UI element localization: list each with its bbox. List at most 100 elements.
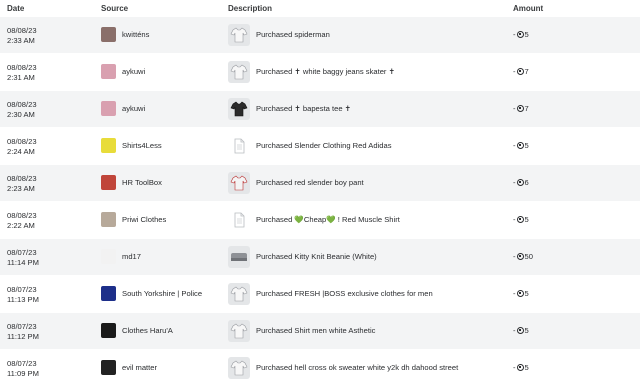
transaction-date: 08/08/23 (7, 26, 37, 35)
transaction-date: 08/08/23 (7, 63, 37, 72)
item-description[interactable]: Purchased 💚Cheap💚 ! Red Muscle Shirt (256, 215, 400, 224)
transaction-date: 08/07/23 (7, 285, 37, 294)
item-thumbnail[interactable] (228, 24, 250, 46)
amount-value: 6 (524, 178, 529, 187)
item-thumbnail[interactable] (228, 98, 250, 120)
transaction-amount: -5 (513, 326, 529, 335)
transaction-date: 08/07/23 (7, 322, 37, 331)
amount-value: 7 (524, 104, 529, 113)
item-thumbnail[interactable] (228, 172, 250, 194)
source-link[interactable]: aykuwi (122, 104, 145, 113)
source-avatar[interactable] (101, 101, 116, 116)
transaction-date: 08/08/23 (7, 174, 37, 183)
amount-value: 7 (524, 67, 529, 76)
transaction-time: 2:22 AM (7, 221, 35, 230)
column-header-source: Source (101, 4, 129, 13)
amount-sign: - (513, 141, 516, 150)
source-link[interactable]: md17 (122, 252, 141, 261)
source-link[interactable]: aykuwi (122, 67, 145, 76)
table-header: Date Source Description Amount (0, 0, 640, 17)
transaction-datetime: 08/07/23 11:14 PM (7, 248, 39, 268)
transaction-time: 2:33 AM (7, 36, 35, 45)
robux-icon (516, 105, 524, 112)
item-description[interactable]: Purchased Kitty Knit Beanie (White) (256, 252, 377, 261)
transaction-time: 11:09 PM (7, 369, 39, 378)
transaction-datetime: 08/07/23 11:12 PM (7, 322, 39, 342)
column-header-description: Description (228, 4, 273, 13)
table-row: 08/08/23 2:22 AM Priwi Clothes Purchased 💚C… (0, 202, 640, 239)
amount-sign: - (513, 178, 516, 187)
item-thumbnail[interactable] (228, 61, 250, 83)
amount-sign: - (513, 363, 516, 372)
transaction-datetime: 08/08/23 2:22 AM (7, 211, 37, 231)
item-thumbnail[interactable] (228, 283, 250, 305)
column-header-amount: Amount (513, 4, 544, 13)
source-link[interactable]: Clothes Haru'A (122, 326, 173, 335)
item-description[interactable]: Purchased ✝ bapesta tee ✝ (256, 104, 351, 113)
transaction-amount: -7 (513, 104, 529, 113)
item-description[interactable]: Purchased hell cross ok sweater white y2… (256, 363, 458, 372)
table-row: 08/08/23 2:33 AM kwitténs Purchased spiderm… (0, 17, 640, 54)
source-link[interactable]: evil matter (122, 363, 157, 372)
transaction-amount: -5 (513, 141, 529, 150)
transaction-date: 08/08/23 (7, 211, 37, 220)
amount-value: 5 (524, 289, 529, 298)
source-avatar[interactable] (101, 286, 116, 301)
transaction-time: 2:24 AM (7, 147, 35, 156)
item-description[interactable]: Purchased Shirt men white Asthetic (256, 326, 375, 335)
source-avatar[interactable] (101, 323, 116, 338)
source-avatar[interactable] (101, 360, 116, 375)
amount-sign: - (513, 30, 516, 39)
transaction-date: 08/07/23 (7, 248, 37, 257)
source-link[interactable]: South Yorkshire | Police (122, 289, 202, 298)
item-description[interactable]: Purchased red slender boy pant (256, 178, 364, 187)
item-thumbnail[interactable] (228, 135, 250, 157)
amount-sign: - (513, 289, 516, 298)
amount-value: 5 (524, 363, 529, 372)
table-row: 08/07/23 11:12 PM Clothes Haru'A Purchased … (0, 313, 640, 350)
table-row: 08/08/23 2:23 AM HR ToolBox Purchased red s… (0, 165, 640, 202)
item-description[interactable]: Purchased FRESH |BOSS exclusive clothes … (256, 289, 433, 298)
item-description[interactable]: Purchased Slender Clothing Red Adidas (256, 141, 392, 150)
table-row: 08/08/23 2:30 AM aykuwi Purchased ✝ bapesta… (0, 91, 640, 128)
transaction-time: 2:31 AM (7, 73, 35, 82)
robux-icon (516, 290, 524, 297)
source-link[interactable]: kwitténs (122, 30, 149, 39)
transaction-time: 11:12 PM (7, 332, 39, 341)
source-link[interactable]: HR ToolBox (122, 178, 162, 187)
table-row: 08/08/23 2:24 AM Shirts4Less Purchased Slen… (0, 128, 640, 165)
source-link[interactable]: Shirts4Less (122, 141, 162, 150)
source-avatar[interactable] (101, 175, 116, 190)
source-avatar[interactable] (101, 249, 116, 264)
transaction-datetime: 08/08/23 2:33 AM (7, 26, 37, 46)
item-thumbnail[interactable] (228, 246, 250, 268)
item-description[interactable]: Purchased spiderman (256, 30, 330, 39)
transaction-date: 08/07/23 (7, 359, 37, 368)
table-row: 08/07/23 11:13 PM South Yorkshire | Police… (0, 276, 640, 313)
amount-value: 5 (524, 326, 529, 335)
robux-icon (516, 327, 524, 334)
transaction-datetime: 08/08/23 2:31 AM (7, 63, 37, 83)
source-avatar[interactable] (101, 212, 116, 227)
table-row: 08/07/23 11:14 PM md17 Purchased Kitty Knit… (0, 239, 640, 276)
source-link[interactable]: Priwi Clothes (122, 215, 166, 224)
item-thumbnail[interactable] (228, 320, 250, 342)
transactions-table: 08/08/23 2:33 AM kwitténs Purchased spiderm… (0, 17, 640, 387)
amount-sign: - (513, 104, 516, 113)
source-avatar[interactable] (101, 64, 116, 79)
table-row: 08/08/23 2:31 AM aykuwi Purchased ✝ white b… (0, 54, 640, 91)
item-thumbnail[interactable] (228, 209, 250, 231)
transaction-datetime: 08/07/23 11:09 PM (7, 359, 39, 379)
item-description[interactable]: Purchased ✝ white baggy jeans skater ✝ (256, 67, 395, 76)
transaction-amount: -50 (513, 252, 533, 261)
transaction-amount: -6 (513, 178, 529, 187)
amount-value: 5 (524, 215, 529, 224)
transaction-date: 08/08/23 (7, 100, 37, 109)
transaction-datetime: 08/08/23 2:30 AM (7, 100, 37, 120)
robux-icon (516, 216, 524, 223)
item-thumbnail[interactable] (228, 357, 250, 379)
source-avatar[interactable] (101, 27, 116, 42)
transaction-amount: -7 (513, 67, 529, 76)
source-avatar[interactable] (101, 138, 116, 153)
robux-icon (516, 364, 524, 371)
